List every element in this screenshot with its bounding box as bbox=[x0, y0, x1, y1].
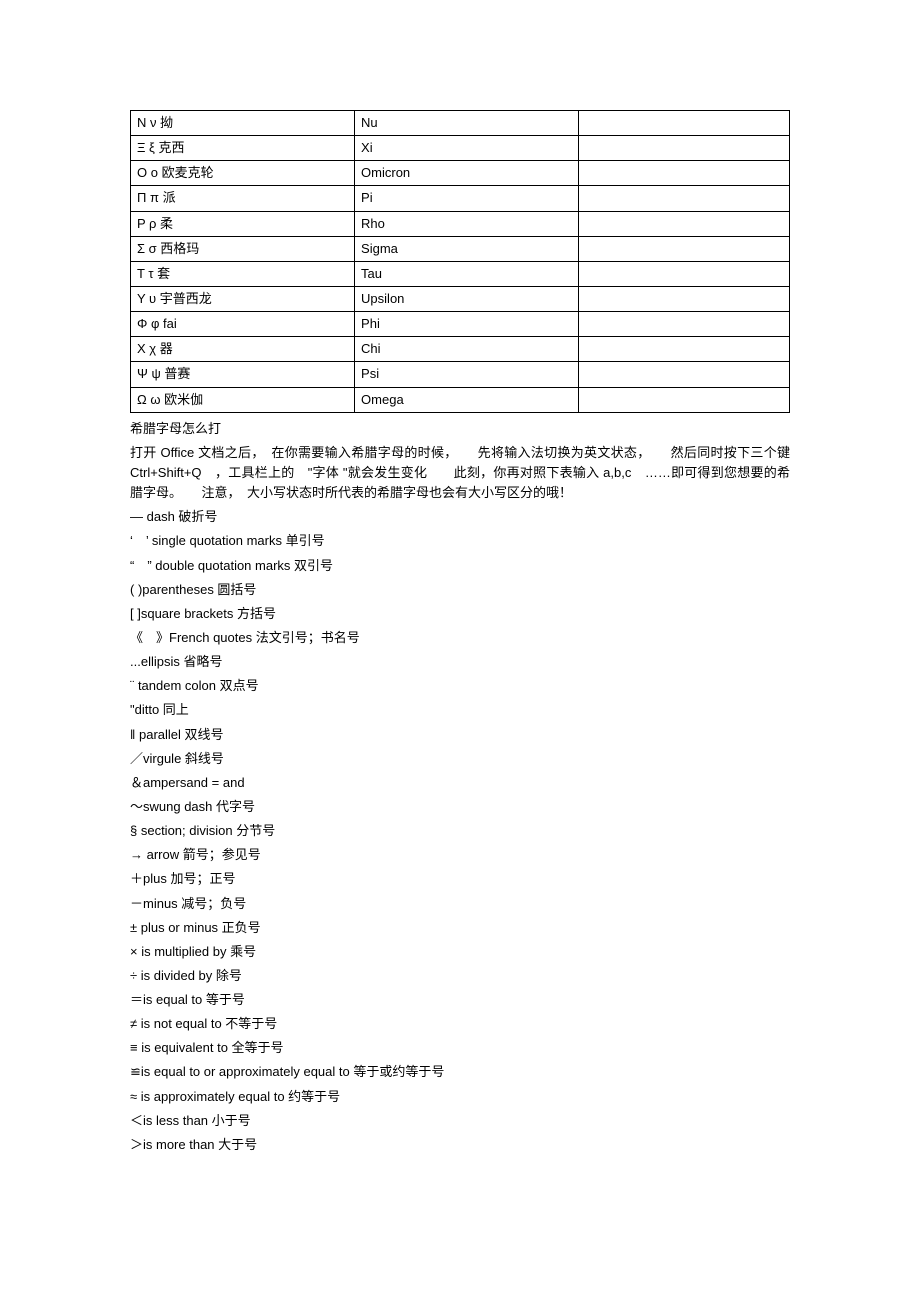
symbol-line: ＞is more than 大于号 bbox=[130, 1135, 790, 1155]
symbol-line: ...ellipsis 省略号 bbox=[130, 652, 790, 672]
table-cell: Upsilon bbox=[355, 286, 579, 311]
symbol-line: 《 》French quotes 法文引号；书名号 bbox=[130, 628, 790, 648]
table-cell bbox=[579, 362, 790, 387]
table-cell: Ψ ψ 普赛 bbox=[131, 362, 355, 387]
table-row: Ν ν 拗Nu bbox=[131, 111, 790, 136]
table-cell: Ο ο 欧麦克轮 bbox=[131, 161, 355, 186]
table-row: Π π 派Pi bbox=[131, 186, 790, 211]
table-cell: Xi bbox=[355, 136, 579, 161]
table-cell: Chi bbox=[355, 337, 579, 362]
greek-letters-table: Ν ν 拗NuΞ ξ 克西XiΟ ο 欧麦克轮OmicronΠ π 派PiΡ ρ… bbox=[130, 110, 790, 413]
table-cell: Nu bbox=[355, 111, 579, 136]
instruction-paragraph: 打开 Office 文档之后， 在你需要输入希腊字母的时候， 先将输入法切换为英… bbox=[130, 443, 790, 503]
symbol-line: ÷ is divided by 除号 bbox=[130, 966, 790, 986]
table-cell bbox=[579, 111, 790, 136]
table-cell: Omega bbox=[355, 387, 579, 412]
symbol-line: ≌is equal to or approximately equal to 等… bbox=[130, 1062, 790, 1082]
symbol-line: ≈ is approximately equal to 约等于号 bbox=[130, 1087, 790, 1107]
symbol-line: ‘ ’ single quotation marks 单引号 bbox=[130, 531, 790, 551]
table-cell bbox=[579, 236, 790, 261]
table-cell bbox=[579, 261, 790, 286]
symbol-line: ≠ is not equal to 不等于号 bbox=[130, 1014, 790, 1034]
table-cell: Ξ ξ 克西 bbox=[131, 136, 355, 161]
table-cell: Χ χ 器 bbox=[131, 337, 355, 362]
table-row: Ρ ρ 柔Rho bbox=[131, 211, 790, 236]
table-cell bbox=[579, 186, 790, 211]
table-cell: Pi bbox=[355, 186, 579, 211]
symbol-line: ＆ampersand = and bbox=[130, 773, 790, 793]
symbol-line: § section; division 分节号 bbox=[130, 821, 790, 841]
symbol-line: → arrow 箭号；参见号 bbox=[130, 845, 790, 865]
symbol-list: ― dash 破折号 ‘ ’ single quotation marks 单引号… bbox=[130, 507, 790, 1155]
table-cell: Rho bbox=[355, 211, 579, 236]
table-cell bbox=[579, 286, 790, 311]
table-body: Ν ν 拗NuΞ ξ 克西XiΟ ο 欧麦克轮OmicronΠ π 派PiΡ ρ… bbox=[131, 111, 790, 413]
symbol-line: ¨ tandem colon 双点号 bbox=[130, 676, 790, 696]
table-cell: Π π 派 bbox=[131, 186, 355, 211]
table-cell bbox=[579, 337, 790, 362]
table-cell: Psi bbox=[355, 362, 579, 387]
table-cell: Τ τ 套 bbox=[131, 261, 355, 286]
table-cell: Phi bbox=[355, 312, 579, 337]
symbol-line: ‖ parallel 双线号 bbox=[130, 725, 790, 745]
symbol-line: ＜is less than 小于号 bbox=[130, 1111, 790, 1131]
section-heading: 希腊字母怎么打 bbox=[130, 419, 790, 439]
symbol-line: × is multiplied by 乘号 bbox=[130, 942, 790, 962]
table-cell: Υ υ 宇普西龙 bbox=[131, 286, 355, 311]
table-row: Ω ω 欧米伽Omega bbox=[131, 387, 790, 412]
table-cell: Φ φ fai bbox=[131, 312, 355, 337]
table-cell: Omicron bbox=[355, 161, 579, 186]
table-row: Φ φ faiPhi bbox=[131, 312, 790, 337]
table-cell bbox=[579, 312, 790, 337]
symbol-line: ＋plus 加号；正号 bbox=[130, 869, 790, 889]
symbol-line: "ditto 同上 bbox=[130, 700, 790, 720]
table-row: Ξ ξ 克西Xi bbox=[131, 136, 790, 161]
table-row: Τ τ 套Tau bbox=[131, 261, 790, 286]
table-cell bbox=[579, 387, 790, 412]
symbol-line: ／virgule 斜线号 bbox=[130, 749, 790, 769]
symbol-line: “ ” double quotation marks 双引号 bbox=[130, 556, 790, 576]
symbol-line: ± plus or minus 正负号 bbox=[130, 918, 790, 938]
symbol-line: ＝is equal to 等于号 bbox=[130, 990, 790, 1010]
table-cell bbox=[579, 211, 790, 236]
symbol-line: －minus 减号；负号 bbox=[130, 894, 790, 914]
table-cell: Tau bbox=[355, 261, 579, 286]
table-cell: Sigma bbox=[355, 236, 579, 261]
table-cell: Ν ν 拗 bbox=[131, 111, 355, 136]
table-cell bbox=[579, 161, 790, 186]
table-row: Ο ο 欧麦克轮Omicron bbox=[131, 161, 790, 186]
symbol-line: ≡ is equivalent to 全等于号 bbox=[130, 1038, 790, 1058]
symbol-line: ～swung dash 代字号 bbox=[130, 797, 790, 817]
symbol-line: ― dash 破折号 bbox=[130, 507, 790, 527]
symbol-line: [ ]square brackets 方括号 bbox=[130, 604, 790, 624]
table-row: Σ σ 西格玛Sigma bbox=[131, 236, 790, 261]
table-row: Χ χ 器Chi bbox=[131, 337, 790, 362]
table-cell: Ω ω 欧米伽 bbox=[131, 387, 355, 412]
table-row: Υ υ 宇普西龙Upsilon bbox=[131, 286, 790, 311]
symbol-line: ( )parentheses 圆括号 bbox=[130, 580, 790, 600]
table-row: Ψ ψ 普赛Psi bbox=[131, 362, 790, 387]
table-cell bbox=[579, 136, 790, 161]
table-cell: Σ σ 西格玛 bbox=[131, 236, 355, 261]
table-cell: Ρ ρ 柔 bbox=[131, 211, 355, 236]
